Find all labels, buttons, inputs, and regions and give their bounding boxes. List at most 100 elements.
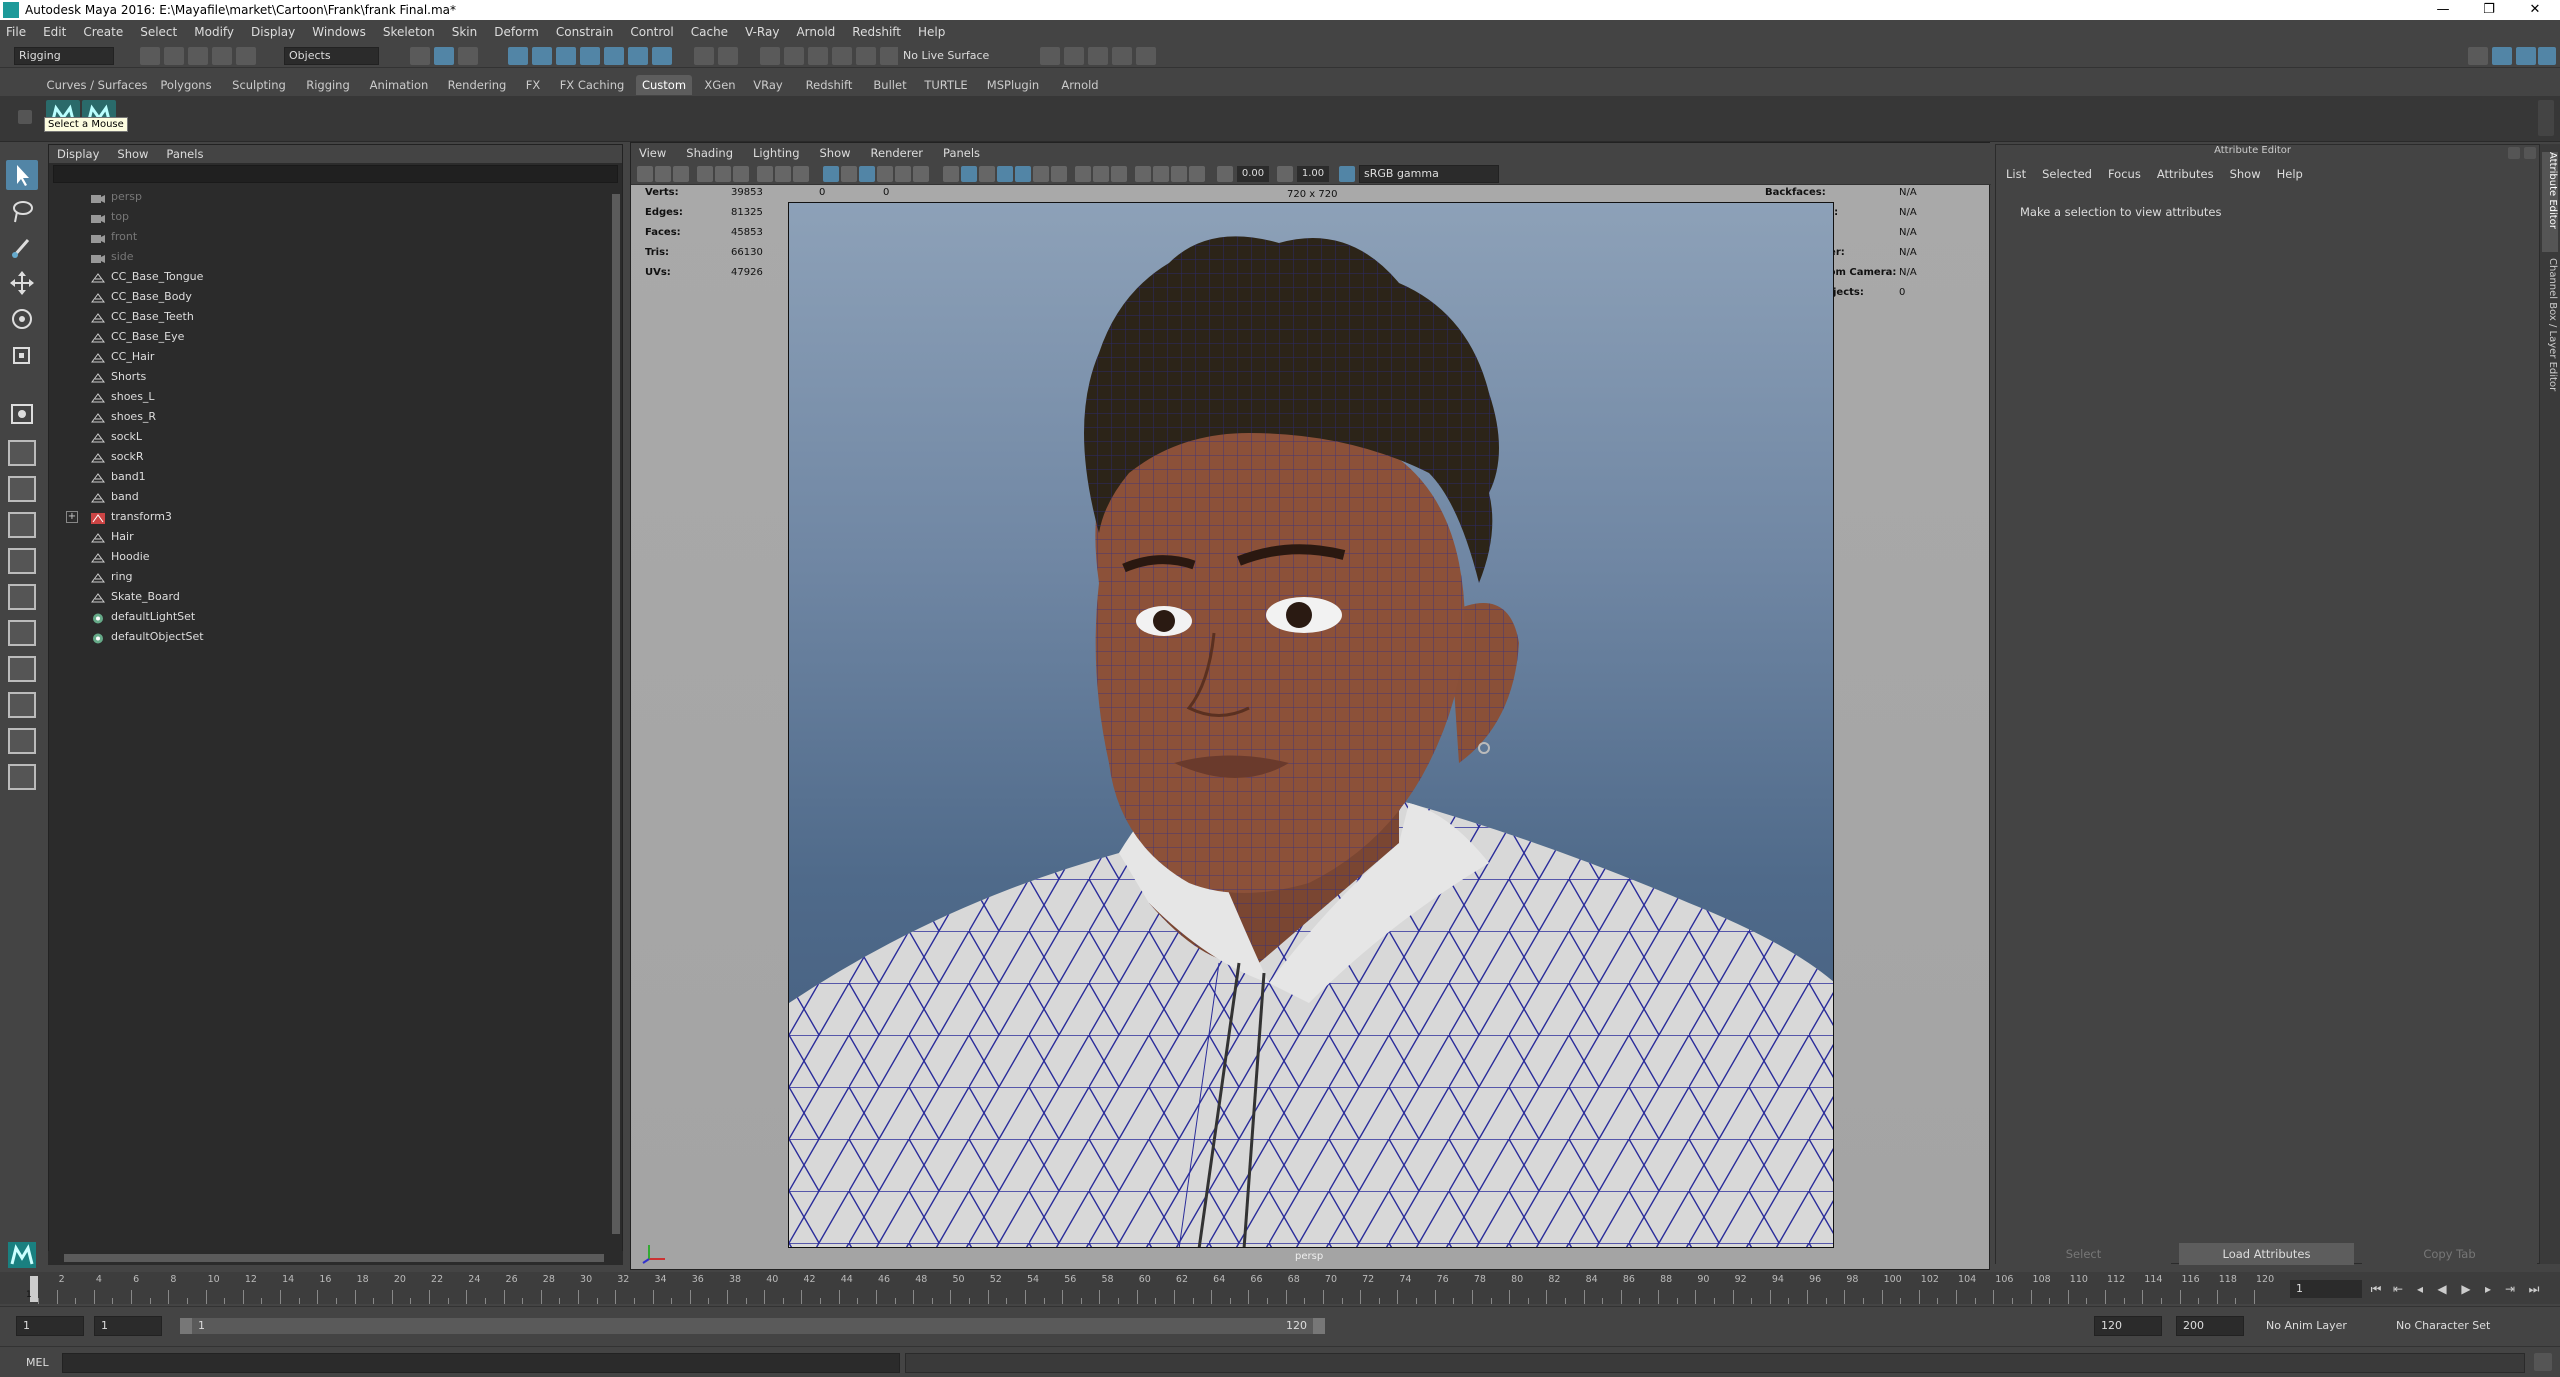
image-plane-icon[interactable] — [697, 166, 713, 182]
split-layout-icon[interactable] — [8, 728, 36, 754]
ae-menu-help[interactable]: Help — [2277, 167, 2303, 181]
shelf-tab-msplugin[interactable]: MSPlugin — [980, 75, 1046, 95]
snap-live-icon[interactable] — [880, 47, 900, 65]
menu-control[interactable]: Control — [630, 25, 673, 39]
smooth-shade-icon[interactable] — [841, 166, 857, 182]
viewport-menu-renderer[interactable]: Renderer — [871, 146, 924, 160]
shelf-tab-animation[interactable]: Animation — [364, 75, 434, 95]
outliner-item[interactable]: front — [49, 227, 609, 247]
ipr-render-icon[interactable] — [1088, 47, 1108, 65]
ambient-occlusion-icon[interactable] — [1015, 166, 1031, 182]
grid-icon[interactable] — [757, 166, 773, 182]
viewport-menu-shading[interactable]: Shading — [686, 146, 733, 160]
close-button[interactable]: ✕ — [2512, 0, 2558, 20]
shelf-tab-redshift[interactable]: Redshift — [798, 75, 860, 95]
hud-icon[interactable] — [1111, 166, 1127, 182]
depth-of-field-icon[interactable] — [1075, 166, 1091, 182]
film-gate-icon[interactable] — [775, 166, 791, 182]
render-current-icon[interactable] — [1064, 47, 1084, 65]
outliner-item[interactable]: defaultObjectSet — [49, 627, 609, 647]
mel-toggle[interactable]: MEL — [26, 1356, 49, 1369]
grease-pencil-icon[interactable] — [733, 166, 749, 182]
wireframe-on-shaded-icon[interactable] — [859, 166, 875, 182]
motion-blur-icon[interactable] — [1033, 166, 1049, 182]
select-tool[interactable] — [6, 160, 38, 190]
live-surface-field[interactable]: No Live Surface — [898, 47, 1008, 65]
menu-select[interactable]: Select — [140, 25, 177, 39]
play-backwards-icon[interactable]: ◀ — [2434, 1282, 2450, 1296]
menu-create[interactable]: Create — [83, 25, 123, 39]
viewport-menu-view[interactable]: View — [639, 146, 666, 160]
select-dynamic-icon[interactable] — [628, 47, 648, 65]
shadows-icon[interactable] — [913, 166, 929, 182]
shelf-tab-bullet[interactable]: Bullet — [868, 75, 912, 95]
anim-end-field[interactable]: 200 — [2176, 1316, 2244, 1336]
snap-grid-icon[interactable] — [760, 47, 780, 65]
xray-joints-icon[interactable] — [961, 166, 977, 182]
field-chart-icon[interactable] — [1171, 166, 1187, 182]
ae-load-attributes-button[interactable]: Load Attributes — [2179, 1243, 2354, 1265]
highlight-selection-icon[interactable] — [718, 47, 738, 65]
maximize-button[interactable]: ❐ — [2466, 0, 2512, 20]
make-live-icon[interactable] — [856, 47, 876, 65]
time-ruler[interactable]: 2 4 6 8 10 12 14 16 18 20 22 24 26 28 30 32 34 36 38 40 42 44… — [34, 1272, 2274, 1304]
shelf-tab-curves-surfaces[interactable]: Curves / Surfaces — [46, 75, 148, 95]
outliner-item[interactable]: side — [49, 247, 609, 267]
select-handle-icon[interactable] — [508, 47, 528, 65]
single-view-layout-icon[interactable] — [8, 476, 36, 502]
select-rendering-icon[interactable] — [652, 47, 672, 65]
attribute-editor-toggle-icon[interactable] — [2516, 47, 2536, 65]
outliner-item[interactable]: CC_Base_Teeth — [49, 307, 609, 327]
step-forward-frame-icon[interactable]: ▸ — [2480, 1282, 2496, 1296]
playback-end-field[interactable]: 120 — [2094, 1316, 2162, 1336]
step-back-frame-icon[interactable]: ◂ — [2412, 1282, 2428, 1296]
menu-modify[interactable]: Modify — [194, 25, 234, 39]
view-transform-dropdown[interactable]: sRGB gamma — [1359, 165, 1499, 183]
outliner-item[interactable]: CC_Base_Eye — [49, 327, 609, 347]
render-view-icon[interactable] — [1040, 47, 1060, 65]
menuset-dropdown[interactable]: Rigging — [14, 47, 114, 65]
ae-menu-focus[interactable]: Focus — [2108, 167, 2141, 181]
xray-icon[interactable] — [943, 166, 959, 182]
outliner-item[interactable]: CC_Base_Tongue — [49, 267, 609, 287]
playback-range-bar[interactable]: 1 120 — [180, 1318, 1325, 1334]
outliner-menu-display[interactable]: Display — [57, 147, 99, 161]
playback-start-field[interactable]: 1 — [94, 1316, 162, 1336]
exposure-icon[interactable] — [1217, 166, 1233, 182]
shelf-tab-sculpting[interactable]: Sculpting — [226, 75, 292, 95]
outliner-item[interactable]: band — [49, 487, 609, 507]
use-all-lights-icon[interactable] — [895, 166, 911, 182]
isolate-select-icon[interactable] — [997, 166, 1013, 182]
preferences-icon[interactable] — [2524, 1316, 2542, 1334]
auto-key-icon[interactable] — [2500, 1316, 2518, 1334]
rotate-tool[interactable] — [6, 304, 38, 334]
menu-constrain[interactable]: Constrain — [556, 25, 614, 39]
scale-tool[interactable] — [6, 340, 38, 370]
last-tool[interactable] — [6, 400, 38, 426]
outliner-item[interactable]: shoes_R — [49, 407, 609, 427]
outliner-item[interactable]: CC_Hair — [49, 347, 609, 367]
ae-menu-list[interactable]: List — [2006, 167, 2026, 181]
outliner-item[interactable]: top — [49, 207, 609, 227]
resolution-gate-icon[interactable] — [793, 166, 809, 182]
tab-attribute-editor[interactable]: Attribute Editor — [2542, 152, 2558, 252]
hypershade-icon[interactable] — [1136, 47, 1156, 65]
exposure-field[interactable]: 0.00 — [1237, 166, 1269, 182]
outliner-vscrollbar[interactable] — [610, 190, 622, 1250]
shelf-menu-icon[interactable] — [18, 110, 32, 124]
shelf-tab-fx-caching[interactable]: FX Caching — [554, 75, 630, 95]
lock-selection-icon[interactable] — [694, 47, 714, 65]
shelf-scroll-icon[interactable] — [2538, 100, 2554, 136]
lasso-tool[interactable] — [6, 196, 38, 226]
outliner-item[interactable]: CC_Base_Body — [49, 287, 609, 307]
new-scene-icon[interactable] — [140, 47, 160, 65]
character-set-dropdown[interactable]: No Character Set — [2396, 1319, 2490, 1332]
viewport-menu-panels[interactable]: Panels — [943, 146, 980, 160]
outliner-item[interactable]: + transform3 — [49, 507, 609, 527]
scroll-thumb[interactable] — [64, 1254, 604, 1262]
two-view-layout-icon[interactable] — [8, 512, 36, 538]
viewport-menu-show[interactable]: Show — [820, 146, 851, 160]
viewport-menu-lighting[interactable]: Lighting — [753, 146, 799, 160]
render-settings-icon[interactable] — [1112, 47, 1132, 65]
gamma-icon[interactable] — [1277, 166, 1293, 182]
